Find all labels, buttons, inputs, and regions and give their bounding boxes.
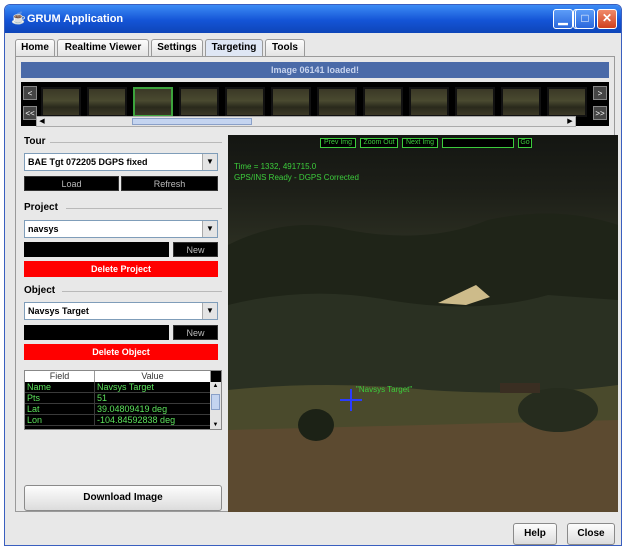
- column-header-field: Field: [25, 371, 95, 382]
- time-readout: Time = 1332, 491715.0: [234, 162, 317, 171]
- tab-settings[interactable]: Settings: [151, 39, 203, 57]
- filmstrip-prev-button[interactable]: <: [23, 86, 37, 100]
- object-select[interactable]: Navsys Target ▼: [24, 302, 218, 320]
- delete-object-button[interactable]: Delete Object: [24, 344, 218, 360]
- tab-tools[interactable]: Tools: [265, 39, 305, 57]
- object-fields-table: Field Value Name Navsys Target Pts 51 La…: [24, 370, 222, 430]
- tab-targeting[interactable]: Targeting: [205, 39, 263, 57]
- targeting-panel: Image 06141 loaded! < << > >> ◀ ▶ Tour B…: [15, 56, 618, 512]
- filmstrip-thumbnail[interactable]: [409, 87, 449, 117]
- filmstrip-thumbnail[interactable]: [547, 87, 587, 117]
- image-number-input[interactable]: [442, 138, 514, 148]
- image-viewer[interactable]: Prev Img Zoom Out Next Img Go Time = 133…: [228, 135, 618, 512]
- filmstrip-last-button[interactable]: >>: [593, 106, 607, 120]
- tour-select[interactable]: BAE Tgt 072205 DGPS fixed ▼: [24, 153, 218, 171]
- project-divider: [66, 208, 222, 209]
- tour-selected: BAE Tgt 072205 DGPS fixed: [28, 157, 148, 167]
- table-cell: -104.84592838 deg: [95, 415, 211, 426]
- table-row[interactable]: Pts 51: [25, 393, 211, 404]
- project-label: Project: [24, 202, 58, 213]
- object-divider: [62, 291, 222, 292]
- project-selected: navsys: [28, 224, 59, 234]
- filmstrip-thumbnail[interactable]: [363, 87, 403, 117]
- table-row[interactable]: Lon -104.84592838 deg: [25, 415, 211, 426]
- filmstrip-scroll-thumb[interactable]: [132, 118, 252, 125]
- download-image-button[interactable]: Download Image: [24, 485, 222, 511]
- filmstrip-thumbnail[interactable]: [271, 87, 311, 117]
- tour-label: Tour: [24, 136, 46, 147]
- new-object-button[interactable]: New: [173, 325, 218, 340]
- new-project-input[interactable]: [24, 242, 169, 257]
- filmstrip-thumbnail[interactable]: [455, 87, 495, 117]
- table-row[interactable]: Name Navsys Target: [25, 382, 211, 393]
- close-icon[interactable]: ✕: [597, 9, 617, 29]
- filmstrip-thumbnail[interactable]: [87, 87, 127, 117]
- column-header-value: Value: [95, 371, 211, 382]
- window-title: GRUM Application: [27, 13, 124, 25]
- table-scroll-thumb[interactable]: [211, 394, 220, 410]
- chevron-down-icon[interactable]: ▼: [202, 154, 217, 170]
- terrain-image: [228, 213, 618, 512]
- tour-divider: [50, 142, 222, 143]
- object-selected: Navsys Target: [28, 306, 89, 316]
- target-label: "Navsys Target": [356, 385, 413, 394]
- table-cell: Navsys Target: [95, 382, 211, 393]
- prev-img-button[interactable]: Prev Img: [320, 138, 356, 148]
- table-cell: 39.04809419 deg: [95, 404, 211, 415]
- chevron-down-icon[interactable]: ▼: [202, 221, 217, 237]
- go-button[interactable]: Go: [518, 138, 532, 148]
- next-img-button[interactable]: Next Img: [402, 138, 438, 148]
- table-cell: Pts: [25, 393, 95, 404]
- app-icon: ☕: [11, 11, 26, 25]
- filmstrip-next-button[interactable]: >: [593, 86, 607, 100]
- tab-realtime-viewer[interactable]: Realtime Viewer: [57, 39, 149, 57]
- zoom-out-button[interactable]: Zoom Out: [360, 138, 398, 148]
- chevron-down-icon[interactable]: ▼: [202, 303, 217, 319]
- refresh-button[interactable]: Refresh: [121, 176, 218, 191]
- project-select[interactable]: navsys ▼: [24, 220, 218, 238]
- filmstrip-thumbnail[interactable]: [225, 87, 265, 117]
- maximize-icon[interactable]: □: [575, 9, 595, 29]
- object-label: Object: [24, 285, 56, 296]
- close-button[interactable]: Close: [567, 523, 615, 545]
- filmstrip-thumbnail[interactable]: [501, 87, 541, 117]
- table-scrollbar[interactable]: ▲ ▼: [210, 382, 221, 429]
- application-window: ☕ GRUM Application _ ▁ □ ✕ Home Realtime…: [4, 4, 622, 546]
- scroll-up-icon[interactable]: ▲: [210, 382, 221, 391]
- table-cell: Lon: [25, 415, 95, 426]
- title-bar[interactable]: ☕ GRUM Application _: [5, 5, 621, 33]
- gps-status: GPS/INS Ready - DGPS Corrected: [234, 173, 359, 182]
- filmstrip-thumbnail[interactable]: [179, 87, 219, 117]
- scroll-left-icon[interactable]: ◀: [37, 117, 47, 126]
- filmstrip-thumbnail[interactable]: [41, 87, 81, 117]
- status-bar: Image 06141 loaded!: [21, 62, 609, 78]
- new-object-input[interactable]: [24, 325, 169, 340]
- scroll-down-icon[interactable]: ▼: [210, 421, 221, 429]
- filmstrip-scrollbar[interactable]: ◀ ▶: [36, 116, 576, 127]
- filmstrip-thumbnail[interactable]: [133, 87, 173, 117]
- filmstrip-thumbnail[interactable]: [317, 87, 357, 117]
- scroll-right-icon[interactable]: ▶: [565, 117, 575, 126]
- crosshair-icon: [340, 389, 362, 411]
- table-cell: Name: [25, 382, 95, 393]
- table-cell: 51: [95, 393, 211, 404]
- new-project-button[interactable]: New: [173, 242, 218, 257]
- table-row[interactable]: Lat 39.04809419 deg: [25, 404, 211, 415]
- table-cell: Lat: [25, 404, 95, 415]
- tab-home[interactable]: Home: [15, 39, 55, 57]
- filmstrip-first-button[interactable]: <<: [23, 106, 37, 120]
- delete-project-button[interactable]: Delete Project: [24, 261, 218, 277]
- minimize-icon[interactable]: ▁: [553, 9, 573, 29]
- help-button[interactable]: Help: [513, 523, 557, 545]
- load-button[interactable]: Load: [24, 176, 119, 191]
